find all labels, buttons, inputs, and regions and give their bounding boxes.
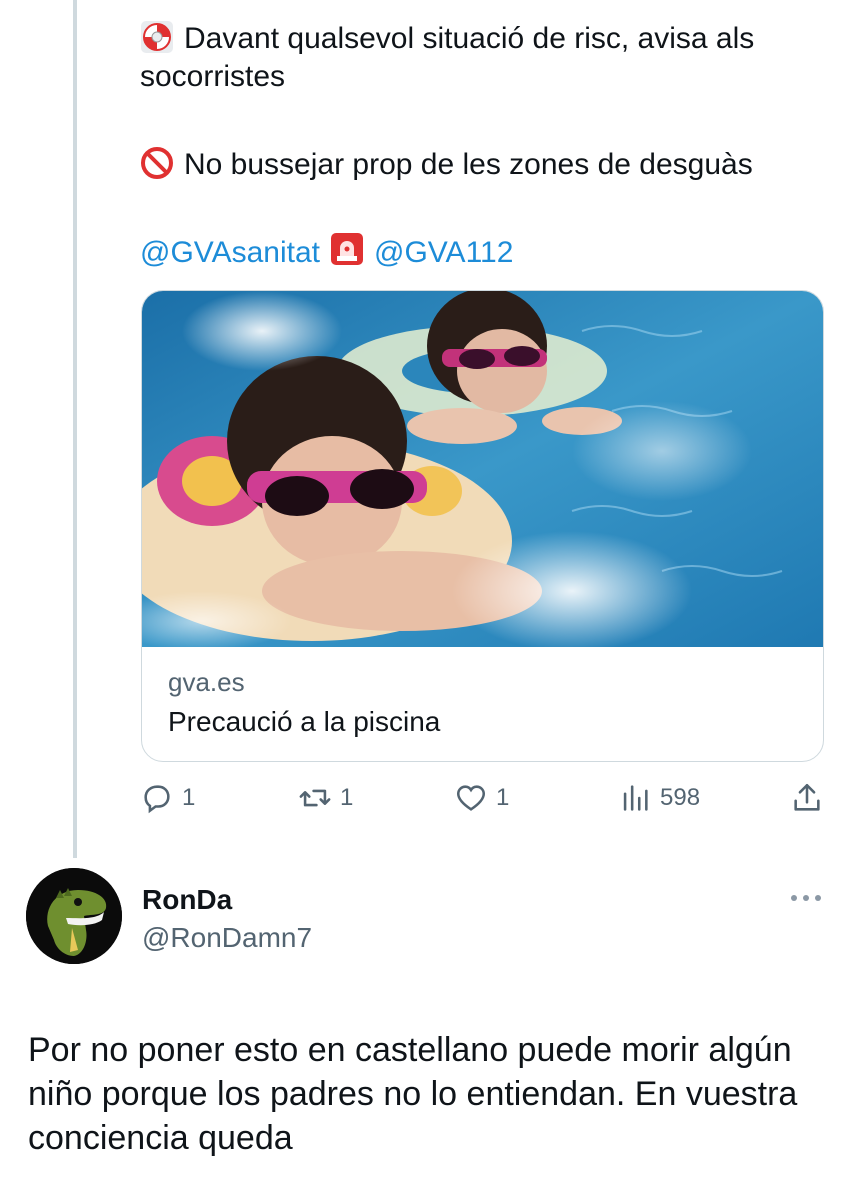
reply-button[interactable]: 1: [140, 776, 195, 820]
retweet-count: 1: [340, 784, 354, 811]
dinosaur-avatar-image: [26, 868, 122, 964]
reply-count: 1: [182, 784, 196, 811]
reply-author-handle[interactable]: @RonDamn7: [142, 922, 312, 954]
card-domain: gva.es: [168, 667, 245, 697]
views-count: 598: [660, 784, 701, 811]
tweet-line2-text: No bussejar prop de les zones de desguàs: [184, 148, 753, 181]
avatar[interactable]: [26, 868, 122, 964]
prohibited-icon: [141, 147, 173, 179]
pool-photo: [142, 291, 823, 647]
reply-text: Por no poner esto en castellano puede mo…: [28, 1031, 798, 1157]
tweet-line-lifebuoy: Davant qualsevol situació de risc, avisa…: [140, 20, 819, 96]
mentions-line: @GVAsanitat @GVA112: [140, 232, 513, 272]
link-preview-card[interactable]: gva.es Precaució a la piscina: [141, 290, 824, 762]
share-icon: [794, 783, 820, 811]
like-icon: [456, 785, 486, 811]
mention-gva112[interactable]: @GVA112: [374, 236, 513, 269]
share-button[interactable]: [790, 776, 832, 820]
mention-gvasanitat[interactable]: @GVAsanitat: [140, 236, 320, 269]
tweet-action-bar: 1 1 1 598: [140, 776, 830, 820]
thread-connector-line: [73, 0, 77, 858]
retweet-icon: [299, 789, 331, 807]
views-icon: [623, 785, 648, 811]
like-button[interactable]: 1: [454, 776, 509, 820]
more-icon[interactable]: [788, 888, 824, 908]
retweet-button[interactable]: 1: [298, 776, 353, 820]
like-count: 1: [496, 784, 510, 811]
rotating-light-icon: [330, 233, 363, 265]
tweet-line1-text: Davant qualsevol situació de risc, avisa…: [140, 22, 755, 93]
tweet-line-prohibited: No bussejar prop de les zones de desguàs: [140, 146, 819, 184]
lifebuoy-icon: [141, 21, 173, 53]
card-meta: gva.es Precaució a la piscina: [168, 666, 440, 740]
card-title: Precaució a la piscina: [168, 706, 441, 737]
reply-author-name[interactable]: RonDa: [142, 884, 232, 916]
reply-icon: [144, 785, 170, 814]
views-button[interactable]: 598: [618, 776, 700, 820]
